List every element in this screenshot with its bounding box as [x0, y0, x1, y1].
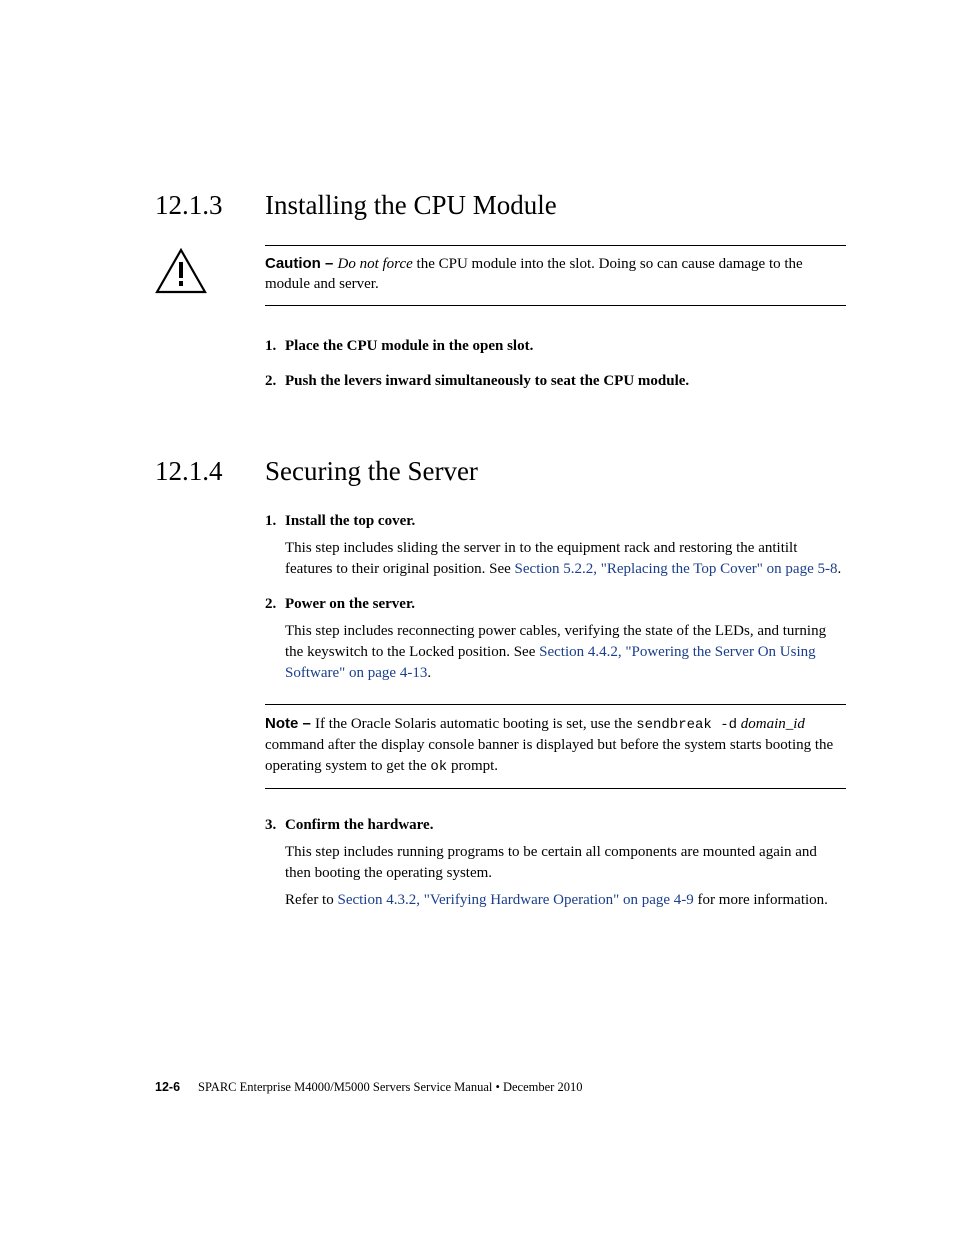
step-num: 1. [265, 511, 285, 532]
note-mono2: ok [430, 759, 447, 775]
step-2: 2.Push the levers inward simultaneously … [265, 371, 846, 392]
caution-italic: Do not force [338, 256, 413, 272]
caution-label: Caution – [265, 255, 338, 272]
section-heading-1213: 12.1.3 Installing the CPU Module [155, 190, 846, 221]
note-italic: domain_id [741, 716, 805, 732]
xref-link[interactable]: Section 5.2.2, "Replacing the Top Cover"… [515, 561, 838, 577]
section-1213-content: Caution – Do not force the CPU module in… [265, 245, 846, 392]
step-num: 3. [265, 815, 285, 836]
page-footer: 12-6 SPARC Enterprise M4000/M5000 Servers… [155, 1080, 846, 1095]
note-label: Note – [265, 715, 315, 732]
xref-link[interactable]: Section 4.3.2, "Verifying Hardware Opera… [337, 892, 693, 908]
step-body-2: Refer to Section 4.3.2, "Verifying Hardw… [285, 890, 846, 911]
section-number: 12.1.4 [155, 456, 265, 487]
step-head: Install the top cover. [285, 513, 415, 529]
section-number: 12.1.3 [155, 190, 265, 221]
step-num: 1. [265, 336, 285, 357]
note-mono1: sendbreak -d [636, 717, 737, 733]
note-pre: If the Oracle Solaris automatic booting … [315, 716, 636, 732]
page-content: 12.1.3 Installing the CPU Module Caution… [0, 0, 954, 911]
step-head: Confirm the hardware. [285, 817, 433, 833]
body-pre: Refer to [285, 892, 337, 908]
step-head: Place the CPU module in the open slot. [285, 338, 533, 354]
step-head: Push the levers inward simultaneously to… [285, 373, 689, 389]
step-body: This step includes reconnecting power ca… [285, 621, 846, 684]
body-post: . [427, 665, 431, 681]
step-num: 2. [265, 371, 285, 392]
step-head: Power on the server. [285, 596, 415, 612]
note-mid2: command after the display console banner… [265, 737, 833, 774]
step-3: 3.Confirm the hardware. This step includ… [265, 815, 846, 911]
step-1: 1.Install the top cover. This step inclu… [265, 511, 846, 580]
section-title: Installing the CPU Module [265, 190, 557, 221]
footer-title: SPARC Enterprise M4000/M5000 Servers Ser… [198, 1080, 582, 1094]
note-post: prompt. [447, 758, 498, 774]
note-box: Note – If the Oracle Solaris automatic b… [265, 704, 846, 789]
section-title: Securing the Server [265, 456, 478, 487]
step-body-1: This step includes running programs to b… [285, 842, 846, 884]
page-number: 12-6 [155, 1080, 180, 1094]
step-2: 2.Power on the server. This step include… [265, 594, 846, 684]
step-body: This step includes sliding the server in… [285, 538, 846, 580]
section-gap [155, 406, 846, 456]
section-1214-content: 1.Install the top cover. This step inclu… [265, 511, 846, 911]
body-post: for more information. [694, 892, 828, 908]
caution-box: Caution – Do not force the CPU module in… [265, 245, 846, 306]
step-num: 2. [265, 594, 285, 615]
section-heading-1214: 12.1.4 Securing the Server [155, 456, 846, 487]
step-1: 1.Place the CPU module in the open slot. [265, 336, 846, 357]
body-post: . [837, 561, 841, 577]
caution-icon [155, 248, 207, 300]
